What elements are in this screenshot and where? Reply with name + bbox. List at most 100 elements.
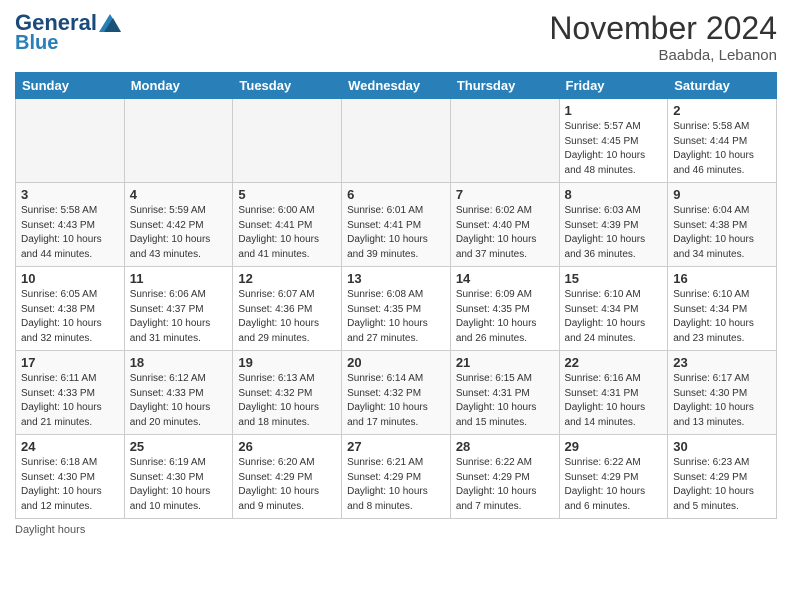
header: General Blue November 2024 Baabda, Leban… [15, 10, 777, 64]
day-info: Sunrise: 6:02 AMSunset: 4:40 PMDaylight:… [456, 204, 554, 262]
col-header-monday: Monday [124, 73, 233, 99]
day-number: 26 [238, 439, 336, 454]
day-number: 21 [456, 355, 554, 370]
day-info: Sunrise: 6:06 AMSunset: 4:37 PMDaylight:… [130, 288, 228, 346]
day-cell: 18 Sunrise: 6:12 AMSunset: 4:33 PMDayligh… [124, 351, 233, 435]
footer-note: Daylight hours [15, 524, 777, 536]
calendar-table: SundayMondayTuesdayWednesdayThursdayFrid… [15, 72, 777, 519]
day-number: 4 [130, 187, 228, 202]
day-cell: 20 Sunrise: 6:14 AMSunset: 4:32 PMDayligh… [342, 351, 451, 435]
day-number: 24 [21, 439, 119, 454]
col-header-tuesday: Tuesday [233, 73, 342, 99]
day-info: Sunrise: 6:14 AMSunset: 4:32 PMDaylight:… [347, 372, 445, 430]
day-info: Sunrise: 6:22 AMSunset: 4:29 PMDaylight:… [565, 456, 663, 514]
day-info: Sunrise: 6:08 AMSunset: 4:35 PMDaylight:… [347, 288, 445, 346]
day-info: Sunrise: 5:57 AMSunset: 4:45 PMDaylight:… [565, 120, 663, 178]
day-info: Sunrise: 6:05 AMSunset: 4:38 PMDaylight:… [21, 288, 119, 346]
day-info: Sunrise: 6:12 AMSunset: 4:33 PMDaylight:… [130, 372, 228, 430]
day-cell: 8 Sunrise: 6:03 AMSunset: 4:39 PMDaylight… [559, 183, 668, 267]
day-info: Sunrise: 5:59 AMSunset: 4:42 PMDaylight:… [130, 204, 228, 262]
week-row-3: 10Sunrise: 6:05 AMSunset: 4:38 PMDayligh… [16, 267, 777, 351]
day-number: 13 [347, 271, 445, 286]
day-number: 17 [21, 355, 119, 370]
day-cell: 19 Sunrise: 6:13 AMSunset: 4:32 PMDayligh… [233, 351, 342, 435]
day-number: 18 [130, 355, 228, 370]
day-number: 11 [130, 271, 228, 286]
day-cell: 6 Sunrise: 6:01 AMSunset: 4:41 PMDaylight… [342, 183, 451, 267]
day-info: Sunrise: 6:07 AMSunset: 4:36 PMDaylight:… [238, 288, 336, 346]
day-number: 19 [238, 355, 336, 370]
day-cell: 10Sunrise: 6:05 AMSunset: 4:38 PMDayligh… [16, 267, 125, 351]
col-header-friday: Friday [559, 73, 668, 99]
day-number: 15 [565, 271, 663, 286]
day-number: 5 [238, 187, 336, 202]
day-cell: 7 Sunrise: 6:02 AMSunset: 4:40 PMDaylight… [450, 183, 559, 267]
day-number: 7 [456, 187, 554, 202]
day-info: Sunrise: 6:04 AMSunset: 4:38 PMDaylight:… [673, 204, 771, 262]
week-row-2: 3 Sunrise: 5:58 AMSunset: 4:43 PMDaylight… [16, 183, 777, 267]
day-info: Sunrise: 6:20 AMSunset: 4:29 PMDaylight:… [238, 456, 336, 514]
day-number: 25 [130, 439, 228, 454]
title-block: November 2024 Baabda, Lebanon [549, 10, 777, 64]
day-info: Sunrise: 5:58 AMSunset: 4:43 PMDaylight:… [21, 204, 119, 262]
day-info: Sunrise: 6:01 AMSunset: 4:41 PMDaylight:… [347, 204, 445, 262]
day-cell: 26 Sunrise: 6:20 AMSunset: 4:29 PMDayligh… [233, 435, 342, 519]
day-info: Sunrise: 5:58 AMSunset: 4:44 PMDaylight:… [673, 120, 771, 178]
day-cell: 16 Sunrise: 6:10 AMSunset: 4:34 PMDayligh… [668, 267, 777, 351]
day-number: 9 [673, 187, 771, 202]
day-info: Sunrise: 6:17 AMSunset: 4:30 PMDaylight:… [673, 372, 771, 430]
day-info: Sunrise: 6:11 AMSunset: 4:33 PMDaylight:… [21, 372, 119, 430]
day-cell: 14Sunrise: 6:09 AMSunset: 4:35 PMDayligh… [450, 267, 559, 351]
day-number: 6 [347, 187, 445, 202]
day-number: 22 [565, 355, 663, 370]
day-number: 29 [565, 439, 663, 454]
location: Baabda, Lebanon [549, 47, 777, 64]
day-number: 27 [347, 439, 445, 454]
day-cell: 1 Sunrise: 5:57 AMSunset: 4:45 PMDaylight… [559, 99, 668, 183]
day-cell: 17 Sunrise: 6:11 AMSunset: 4:33 PMDayligh… [16, 351, 125, 435]
day-number: 20 [347, 355, 445, 370]
day-info: Sunrise: 6:15 AMSunset: 4:31 PMDaylight:… [456, 372, 554, 430]
col-header-saturday: Saturday [668, 73, 777, 99]
day-number: 3 [21, 187, 119, 202]
day-cell: 28 Sunrise: 6:22 AMSunset: 4:29 PMDayligh… [450, 435, 559, 519]
day-info: Sunrise: 6:10 AMSunset: 4:34 PMDaylight:… [673, 288, 771, 346]
day-info: Sunrise: 6:03 AMSunset: 4:39 PMDaylight:… [565, 204, 663, 262]
day-cell: 3 Sunrise: 5:58 AMSunset: 4:43 PMDaylight… [16, 183, 125, 267]
day-cell: 9 Sunrise: 6:04 AMSunset: 4:38 PMDaylight… [668, 183, 777, 267]
week-row-4: 17 Sunrise: 6:11 AMSunset: 4:33 PMDayligh… [16, 351, 777, 435]
day-number: 1 [565, 103, 663, 118]
day-info: Sunrise: 6:13 AMSunset: 4:32 PMDaylight:… [238, 372, 336, 430]
day-cell: 13 Sunrise: 6:08 AMSunset: 4:35 PMDayligh… [342, 267, 451, 351]
day-info: Sunrise: 6:22 AMSunset: 4:29 PMDaylight:… [456, 456, 554, 514]
col-header-sunday: Sunday [16, 73, 125, 99]
day-number: 2 [673, 103, 771, 118]
day-cell: 2 Sunrise: 5:58 AMSunset: 4:44 PMDaylight… [668, 99, 777, 183]
day-cell: 29 Sunrise: 6:22 AMSunset: 4:29 PMDayligh… [559, 435, 668, 519]
day-cell: 4 Sunrise: 5:59 AMSunset: 4:42 PMDaylight… [124, 183, 233, 267]
day-number: 12 [238, 271, 336, 286]
header-row: SundayMondayTuesdayWednesdayThursdayFrid… [16, 73, 777, 99]
month-title: November 2024 [549, 10, 777, 47]
day-info: Sunrise: 6:23 AMSunset: 4:29 PMDaylight:… [673, 456, 771, 514]
day-number: 28 [456, 439, 554, 454]
day-cell [233, 99, 342, 183]
day-number: 8 [565, 187, 663, 202]
day-cell: 23 Sunrise: 6:17 AMSunset: 4:30 PMDayligh… [668, 351, 777, 435]
day-number: 16 [673, 271, 771, 286]
day-info: Sunrise: 6:00 AMSunset: 4:41 PMDaylight:… [238, 204, 336, 262]
day-cell: 22Sunrise: 6:16 AMSunset: 4:31 PMDayligh… [559, 351, 668, 435]
day-number: 30 [673, 439, 771, 454]
col-header-wednesday: Wednesday [342, 73, 451, 99]
day-cell: 5 Sunrise: 6:00 AMSunset: 4:41 PMDaylight… [233, 183, 342, 267]
day-info: Sunrise: 6:19 AMSunset: 4:30 PMDaylight:… [130, 456, 228, 514]
day-cell [124, 99, 233, 183]
week-row-5: 24Sunrise: 6:18 AMSunset: 4:30 PMDayligh… [16, 435, 777, 519]
day-cell: 11 Sunrise: 6:06 AMSunset: 4:37 PMDayligh… [124, 267, 233, 351]
logo-blue: Blue [15, 32, 58, 55]
day-info: Sunrise: 6:10 AMSunset: 4:34 PMDaylight:… [565, 288, 663, 346]
logo: General Blue [15, 10, 121, 55]
logo-icon [99, 14, 121, 32]
day-number: 23 [673, 355, 771, 370]
day-cell: 12 Sunrise: 6:07 AMSunset: 4:36 PMDayligh… [233, 267, 342, 351]
